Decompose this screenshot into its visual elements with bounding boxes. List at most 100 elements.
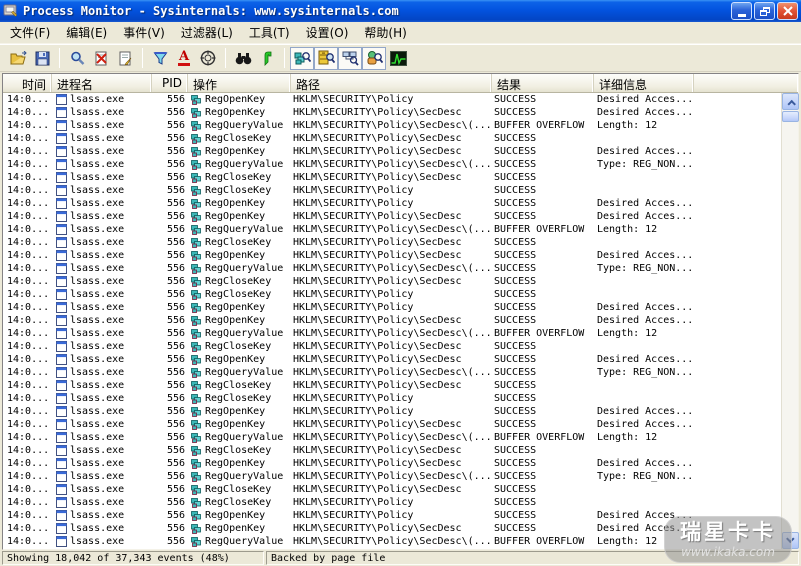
column-header-time[interactable]: 时间 [3,74,52,92]
event-row[interactable]: 14:0... lsass.exe 556 RegOpenKey HKLM\SE… [3,210,781,223]
menu-edit[interactable]: 编辑(E) [58,21,115,44]
event-row[interactable]: 14:0... lsass.exe 556 RegCloseKey HKLM\S… [3,340,781,353]
menu-tools[interactable]: 工具(T) [241,21,298,44]
event-time: 14:0... [3,457,52,470]
operation-name: RegQueryValue [205,470,283,483]
autoscroll-button[interactable] [113,47,137,70]
event-process: lsass.exe [52,119,152,132]
highlight-button[interactable]: A [172,47,196,70]
show-filesystem-activity-toggle[interactable] [314,47,338,70]
registry-op-icon [191,133,202,144]
jump-to-button[interactable] [255,47,279,70]
event-row[interactable]: 14:0... lsass.exe 556 RegQueryValue HKLM… [3,262,781,275]
show-registry-activity-toggle[interactable] [290,47,314,70]
event-process: lsass.exe [52,405,152,418]
titlebar: Process Monitor - Sysinternals: www.sysi… [0,0,801,22]
event-row[interactable]: 14:0... lsass.exe 556 RegOpenKey HKLM\SE… [3,197,781,210]
event-row[interactable]: 14:0... lsass.exe 556 RegCloseKey HKLM\S… [3,288,781,301]
event-time: 14:0... [3,301,52,314]
menu-event[interactable]: 事件(V) [115,21,173,44]
event-row[interactable]: 14:0... lsass.exe 556 RegCloseKey HKLM\S… [3,184,781,197]
event-row[interactable]: 14:0... lsass.exe 556 RegCloseKey HKLM\S… [3,171,781,184]
filter-button[interactable] [148,47,172,70]
event-pid: 556 [152,132,188,145]
event-row[interactable]: 14:0... lsass.exe 556 RegQueryValue HKLM… [3,431,781,444]
column-header-path[interactable]: 路径 [291,74,492,92]
column-header-result[interactable]: 结果 [492,74,594,92]
event-operation: RegOpenKey [188,353,291,366]
event-row[interactable]: 14:0... lsass.exe 556 RegCloseKey HKLM\S… [3,132,781,145]
column-header-process[interactable]: 进程名 [52,74,152,92]
event-row[interactable]: 14:0... lsass.exe 556 RegQueryValue HKLM… [3,366,781,379]
process-window-icon [56,523,67,534]
event-row[interactable]: 14:0... lsass.exe 556 RegOpenKey HKLM\SE… [3,249,781,262]
restore-button[interactable] [754,2,775,20]
column-header-detail[interactable]: 详细信息 [594,74,694,92]
menu-file[interactable]: 文件(F) [2,21,58,44]
column-header-operation[interactable]: 操作 [188,74,291,92]
registry-op-icon [191,250,202,261]
event-row[interactable]: 14:0... lsass.exe 556 RegOpenKey HKLM\SE… [3,405,781,418]
event-process: lsass.exe [52,522,152,535]
event-detail: Desired Acces... [594,301,781,314]
event-result: SUCCESS [492,392,594,405]
operation-name: RegCloseKey [205,483,271,496]
event-row[interactable]: 14:0... lsass.exe 556 RegCloseKey HKLM\S… [3,236,781,249]
event-row[interactable]: 14:0... lsass.exe 556 RegQueryValue HKLM… [3,158,781,171]
event-detail [594,483,781,496]
event-row[interactable]: 14:0... lsass.exe 556 RegOpenKey HKLM\SE… [3,93,781,106]
filter-funnel-icon [153,51,168,66]
capture-button[interactable] [65,47,89,70]
event-row[interactable]: 14:0... lsass.exe 556 RegQueryValue HKLM… [3,470,781,483]
clear-button[interactable] [89,47,113,70]
process-name: lsass.exe [70,301,124,314]
find-button[interactable] [231,47,255,70]
event-path: HKLM\SECURITY\Policy\SecDesc [291,171,492,184]
event-row[interactable]: 14:0... lsass.exe 556 RegOpenKey HKLM\SE… [3,314,781,327]
event-result: SUCCESS [492,236,594,249]
column-header-pid[interactable]: PID [152,74,188,92]
minimize-button[interactable] [731,2,752,20]
event-row[interactable]: 14:0... lsass.exe 556 RegQueryValue HKLM… [3,327,781,340]
event-result: SUCCESS [492,158,594,171]
show-process-activity-toggle[interactable] [362,47,386,70]
event-detail: Type: REG_NON... [594,158,781,171]
event-row[interactable]: 14:0... lsass.exe 556 RegOpenKey HKLM\SE… [3,457,781,470]
operation-name: RegCloseKey [205,184,271,197]
event-row[interactable]: 14:0... lsass.exe 556 RegCloseKey HKLM\S… [3,379,781,392]
event-result: SUCCESS [492,249,594,262]
event-row[interactable]: 14:0... lsass.exe 556 RegQueryValue HKLM… [3,119,781,132]
process-window-icon [56,198,67,209]
close-button[interactable] [777,2,798,20]
menu-options[interactable]: 设置(O) [298,21,357,44]
event-row[interactable]: 14:0... lsass.exe 556 RegOpenKey HKLM\SE… [3,353,781,366]
registry-op-icon [191,406,202,417]
event-row[interactable]: 14:0... lsass.exe 556 RegQueryValue HKLM… [3,223,781,236]
event-process: lsass.exe [52,223,152,236]
event-process: lsass.exe [52,145,152,158]
event-row[interactable]: 14:0... lsass.exe 556 RegCloseKey HKLM\S… [3,392,781,405]
event-row[interactable]: 14:0... lsass.exe 556 RegCloseKey HKLM\S… [3,496,781,509]
event-row[interactable]: 14:0... lsass.exe 556 RegOpenKey HKLM\SE… [3,145,781,158]
show-profiling-events-toggle[interactable] [386,47,410,70]
include-process-button[interactable] [196,47,220,70]
event-detail: Length: 12 [594,223,781,236]
vertical-scrollbar[interactable] [781,93,798,549]
event-row[interactable]: 14:0... lsass.exe 556 RegOpenKey HKLM\SE… [3,509,781,522]
process-window-icon [56,315,67,326]
scroll-thumb[interactable] [782,111,799,122]
scroll-up-button[interactable] [782,93,799,110]
event-row[interactable]: 14:0... lsass.exe 556 RegCloseKey HKLM\S… [3,275,781,288]
event-path: HKLM\SECURITY\Policy [291,392,492,405]
menu-help[interactable]: 帮助(H) [356,21,414,44]
show-network-activity-toggle[interactable] [338,47,362,70]
save-button[interactable] [30,47,54,70]
event-row[interactable]: 14:0... lsass.exe 556 RegOpenKey HKLM\SE… [3,301,781,314]
event-row[interactable]: 14:0... lsass.exe 556 RegCloseKey HKLM\S… [3,483,781,496]
event-row[interactable]: 14:0... lsass.exe 556 RegOpenKey HKLM\SE… [3,418,781,431]
open-button[interactable] [6,47,30,70]
event-row[interactable]: 14:0... lsass.exe 556 RegOpenKey HKLM\SE… [3,106,781,119]
event-row[interactable]: 14:0... lsass.exe 556 RegCloseKey HKLM\S… [3,444,781,457]
event-detail [594,379,781,392]
menu-filter[interactable]: 过滤器(L) [173,21,241,44]
